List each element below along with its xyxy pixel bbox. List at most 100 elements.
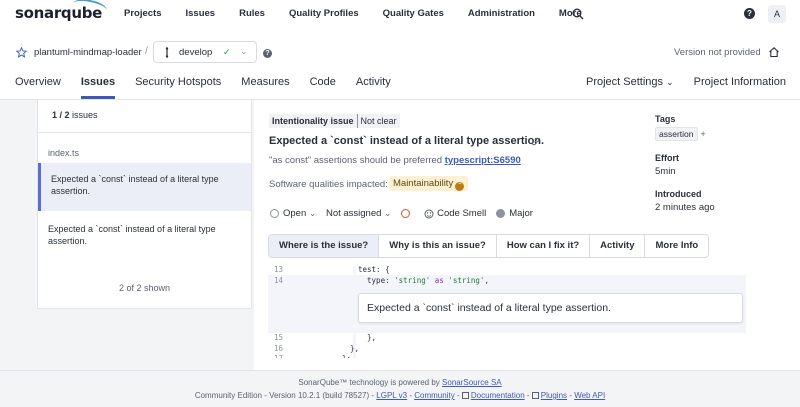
code-smell-icon xyxy=(424,209,434,218)
issue-list-item-selected[interactable]: Expected a `const` instead of a literal … xyxy=(38,163,251,211)
tab-measures[interactable]: Measures xyxy=(241,76,289,100)
tab-code[interactable]: Code xyxy=(310,76,336,100)
nav-issues[interactable]: Issues xyxy=(186,8,216,19)
chevron-down-icon: ⌄ xyxy=(666,77,674,87)
footer-sep: - xyxy=(526,391,530,400)
web-api-link[interactable]: Web API xyxy=(574,391,605,400)
tag-badge[interactable]: assertion xyxy=(655,127,698,141)
line-number: 13 xyxy=(274,266,284,274)
divider xyxy=(38,132,251,133)
nav-projects[interactable]: Projects xyxy=(124,8,162,19)
nav-quality-gates[interactable]: Quality Gates xyxy=(383,8,444,19)
issue-list-item-text: Expected a `const` instead of a literal … xyxy=(51,174,219,196)
quality-badge[interactable]: Maintainability ⌃ xyxy=(389,176,469,191)
subtab-where-is-the-issue[interactable]: Where is the issue? xyxy=(269,235,380,257)
issue-side-meta: Tags assertion + Effort 5min Introduced 2… xyxy=(655,114,715,213)
branch-name: develop xyxy=(179,47,213,58)
shown-count: 2 of 2 shown xyxy=(118,283,171,293)
community-link[interactable]: Community xyxy=(414,391,454,400)
code-text: }; xyxy=(342,353,351,358)
branch-icon xyxy=(165,47,169,58)
tab-project-information[interactable]: Project Information xyxy=(694,76,786,88)
status-label: Open xyxy=(283,208,307,219)
code-text: test: { xyxy=(358,266,390,274)
footer-links: Community Edition - Version 10.2.1 (buil… xyxy=(0,391,800,400)
code-token: , xyxy=(484,276,489,285)
lgpl-link[interactable]: LGPL v3 xyxy=(376,391,407,400)
chevron-down-icon: ⌄ xyxy=(240,46,248,56)
version-label: Version not provided xyxy=(674,47,761,58)
type-label: Code Smell xyxy=(437,208,487,219)
star-icon[interactable] xyxy=(16,47,27,58)
project-header: plantuml-mindmap-loader / develop ✓ ⌄ ? … xyxy=(0,30,800,100)
sonarqube-logo[interactable]: sonarqube xyxy=(15,0,109,22)
assignee-dropdown[interactable]: Not assigned ⌄ xyxy=(326,208,391,219)
effort-value: 5min xyxy=(655,166,676,177)
help-icon[interactable]: ? xyxy=(744,8,755,19)
footer-sep: - xyxy=(569,391,572,400)
home-icon[interactable] xyxy=(768,46,780,58)
line-number: 14 xyxy=(274,276,284,285)
status-dropdown[interactable]: Open ⌄ xyxy=(270,208,316,219)
subtab-more-info[interactable]: More Info xyxy=(645,235,708,257)
tags-label: Tags xyxy=(655,114,676,124)
tags-row: assertion + xyxy=(655,124,715,141)
code-line: 17}; xyxy=(268,353,746,358)
issue-location-message[interactable]: Expected a `const` instead of a literal … xyxy=(358,293,743,323)
project-name[interactable]: plantuml-mindmap-loader xyxy=(34,47,142,58)
issues-count-label: issues xyxy=(72,110,98,120)
code-viewer: 13 test: { 14 type: 'string' as 'string',… xyxy=(268,266,746,358)
check-icon: ✓ xyxy=(223,47,231,57)
nav-rules[interactable]: Rules xyxy=(239,8,265,19)
introduced-label: Introduced xyxy=(655,189,702,199)
file-name: index.ts xyxy=(48,148,80,158)
issue-subtabs: Where is the issue? Why is this an issue… xyxy=(268,234,710,258)
tab-project-settings[interactable]: Project Settings ⌄ xyxy=(586,76,674,88)
add-tag-button[interactable]: + xyxy=(701,129,706,139)
nav-administration[interactable]: Administration xyxy=(468,8,535,19)
code-line: 13 test: { xyxy=(268,266,746,275)
footer: SonarQube™ technology is powered by Sona… xyxy=(0,370,800,407)
plugins-link[interactable]: Plugins xyxy=(541,391,567,400)
tab-security-hotspots[interactable]: Security Hotspots xyxy=(135,76,221,100)
assignee-label: Not assigned xyxy=(325,208,382,219)
link-icon[interactable] xyxy=(530,136,541,147)
subtab-how-can-i-fix-it[interactable]: How can I fix it? xyxy=(497,235,591,257)
rule-description: "as const" assertions should be preferre… xyxy=(269,155,521,166)
footer-text: SonarQube™ technology is powered by xyxy=(298,378,440,387)
rule-key-link[interactable]: typescript:S6590 xyxy=(445,155,521,166)
chevron-down-icon: ⌄ xyxy=(384,209,392,218)
issues-count-value: 1 / 2 xyxy=(52,110,70,120)
subtab-why-is-this-an-issue[interactable]: Why is this an issue? xyxy=(379,235,497,257)
footer-powered-by: SonarQube™ technology is powered by Sona… xyxy=(0,378,800,387)
tab-issues[interactable]: Issues xyxy=(80,76,116,100)
code-token: type: xyxy=(358,276,395,285)
avatar[interactable]: A xyxy=(768,5,786,23)
documentation-link[interactable]: Documentation xyxy=(471,391,525,400)
issues-count: 1 / 2 issues xyxy=(52,110,98,120)
code-smell-type: Code Smell xyxy=(424,208,486,219)
branch-selector[interactable]: develop ✓ ⌄ xyxy=(153,41,257,63)
subtab-activity[interactable]: Activity xyxy=(590,235,646,257)
qualities-label: Software qualities impacted: xyxy=(269,179,388,190)
project-settings-label: Project Settings xyxy=(586,76,664,88)
footer-sep: - xyxy=(409,391,413,400)
code-smell-severity-icon xyxy=(401,209,411,218)
search-icon[interactable] xyxy=(572,8,584,20)
tab-activity[interactable]: Activity xyxy=(356,76,391,100)
introduced-value: 2 minutes ago xyxy=(655,202,715,213)
edition-text: Community Edition - Version 10.2.1 (buil… xyxy=(194,391,375,400)
attribute-category: Intentionality issue xyxy=(269,114,357,128)
severity: Major xyxy=(496,208,533,219)
major-severity-icon xyxy=(496,209,506,218)
attribute-value: Not clear xyxy=(356,114,400,128)
branch-help-icon[interactable]: ? xyxy=(263,49,272,58)
nav-quality-profiles[interactable]: Quality Profiles xyxy=(289,8,359,19)
sonarsource-link[interactable]: SonarSource SA xyxy=(442,378,502,387)
tab-overview[interactable]: Overview xyxy=(15,76,61,100)
external-link-icon xyxy=(461,392,469,399)
issue-title: Expected a `const` instead of a literal … xyxy=(269,135,545,147)
code-line-highlighted: 14 type: 'string' as 'string', xyxy=(268,275,746,286)
rule-description-text: "as const" assertions should be preferre… xyxy=(269,155,443,166)
issue-list-item[interactable]: Expected a `const` instead of a literal … xyxy=(38,220,251,260)
